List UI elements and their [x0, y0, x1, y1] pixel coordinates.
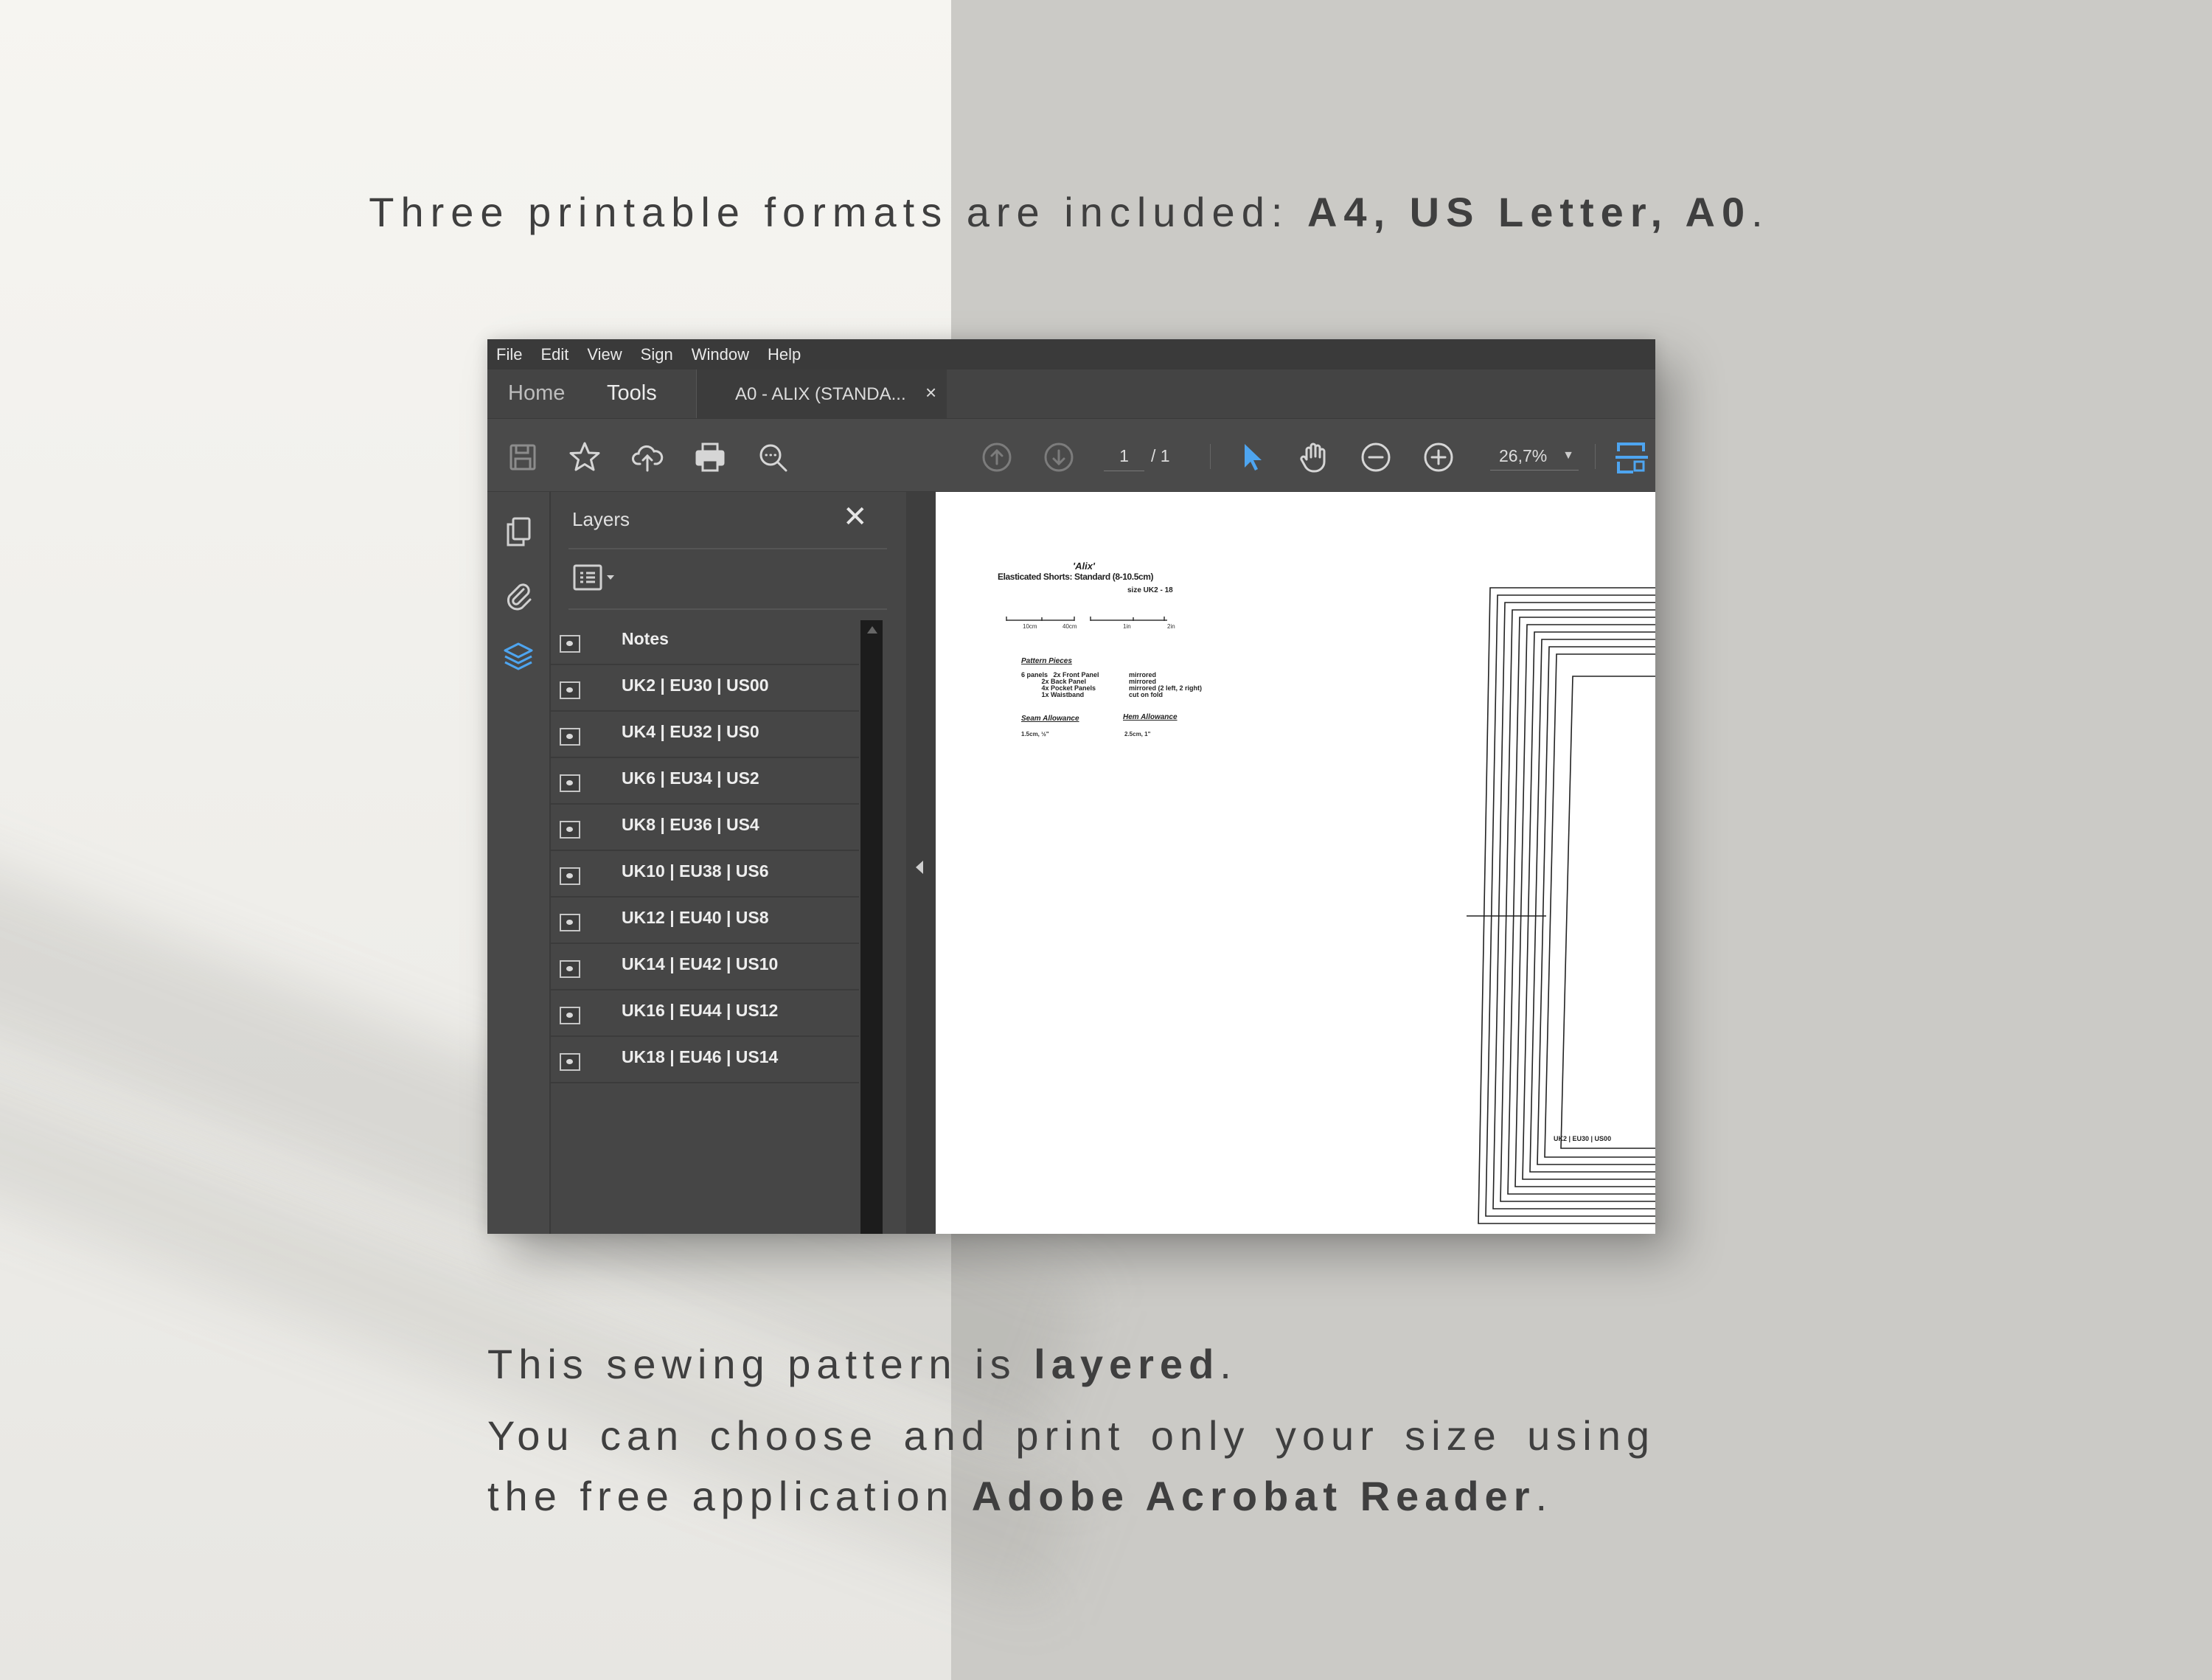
acrobat-window: File Edit View Sign Window Help Home Too…: [487, 339, 1655, 1234]
document-page: 'Alix' Elasticated Shorts: Standard (8-1…: [936, 492, 1655, 1234]
panel-divider: [568, 548, 887, 549]
tab-tools[interactable]: Tools: [607, 381, 657, 406]
layer-row-notes[interactable]: Notes: [551, 619, 859, 665]
menu-bar: File Edit View Sign Window Help: [487, 339, 1655, 369]
eye-icon[interactable]: [560, 914, 580, 931]
layer-label: UK12 | EU40 | US8: [622, 908, 769, 927]
tab-bar: Home Tools A0 - ALIX (STANDA... ×: [487, 369, 1655, 419]
toolbar-divider: [1210, 444, 1211, 469]
headline-suffix: .: [1751, 189, 1770, 235]
headline-formats: A4, US Letter, A0: [1307, 189, 1752, 235]
close-icon[interactable]: ✕: [843, 502, 868, 532]
layer-label: UK8 | EU36 | US4: [622, 815, 759, 834]
zoom-out-icon[interactable]: [1358, 440, 1394, 475]
print-icon[interactable]: [692, 440, 728, 475]
description-line-2-bold: Adobe Acrobat Reader: [971, 1473, 1536, 1519]
eye-icon[interactable]: [560, 635, 580, 653]
eye-icon[interactable]: [560, 728, 580, 746]
description-line-1-suffix: .: [1220, 1341, 1237, 1387]
panel-divider: [568, 608, 887, 610]
description-line-1-prefix: This sewing pattern is: [487, 1341, 1034, 1387]
zoom-in-icon[interactable]: [1421, 440, 1456, 475]
layer-row-uk16[interactable]: UK16 | EU44 | US12: [551, 990, 859, 1037]
layer-label: UK14 | EU42 | US10: [622, 954, 779, 973]
cloud-upload-icon[interactable]: [630, 440, 665, 475]
description-line-2: You can choose and print only your size …: [487, 1406, 1655, 1527]
layer-options-button[interactable]: [573, 563, 625, 592]
tab-close-button[interactable]: ×: [925, 381, 936, 404]
pattern-outlines: [1467, 587, 1655, 1224]
page-number-input[interactable]: 1: [1104, 441, 1144, 471]
scroll-up-arrow-icon[interactable]: [867, 626, 877, 634]
attachment-icon[interactable]: [501, 577, 536, 612]
save-icon[interactable]: [505, 440, 540, 475]
eye-icon[interactable]: [560, 1007, 580, 1024]
layers-scrollbar[interactable]: [860, 620, 883, 1234]
menu-window[interactable]: Window: [692, 345, 749, 364]
layer-row-uk18[interactable]: UK18 | EU46 | US14: [551, 1037, 859, 1083]
layer-row-uk14[interactable]: UK14 | EU42 | US10: [551, 944, 859, 990]
menu-help[interactable]: Help: [768, 345, 801, 364]
bookmark-star-icon[interactable]: [567, 440, 602, 475]
layer-row-uk12[interactable]: UK12 | EU40 | US8: [551, 898, 859, 944]
layers-icon[interactable]: [501, 639, 536, 675]
menu-view[interactable]: View: [587, 345, 622, 364]
page-down-icon[interactable]: [1041, 440, 1077, 475]
layer-row-uk6[interactable]: UK6 | EU34 | US2: [551, 758, 859, 805]
eye-icon[interactable]: [560, 867, 580, 885]
eye-icon[interactable]: [560, 1053, 580, 1071]
tab-document-title: A0 - ALIX (STANDA...: [735, 384, 906, 404]
navigation-rail: [487, 492, 551, 1234]
collapse-left-icon[interactable]: [916, 861, 923, 874]
zoom-level-value: 26,7%: [1499, 446, 1548, 465]
compare-tool-icon[interactable]: [1614, 440, 1649, 475]
tab-document[interactable]: A0 - ALIX (STANDA... ×: [696, 369, 947, 418]
layer-label: UK6 | EU34 | US2: [622, 768, 759, 788]
layer-label: UK18 | EU46 | US14: [622, 1047, 779, 1066]
page-up-icon[interactable]: [979, 440, 1015, 475]
eye-icon[interactable]: [560, 774, 580, 792]
panel-collapse-strip[interactable]: [906, 492, 936, 1234]
layer-label: Notes: [622, 629, 669, 648]
pages-icon[interactable]: [501, 514, 536, 549]
description-line-1-bold: layered: [1034, 1341, 1220, 1387]
zoom-search-icon[interactable]: [755, 440, 790, 475]
document-area[interactable]: 'Alix' Elasticated Shorts: Standard (8-1…: [936, 492, 1655, 1234]
hand-icon[interactable]: [1296, 440, 1332, 475]
headline: Three printable formats are included: A4…: [0, 188, 2138, 236]
menu-file[interactable]: File: [496, 345, 522, 364]
layer-label: UK10 | EU38 | US6: [622, 861, 769, 881]
layer-row-uk2[interactable]: UK2 | EU30 | US00: [551, 665, 859, 712]
zoom-level-dropdown[interactable]: 26,7% ▼: [1490, 441, 1579, 471]
chevron-down-icon: ▼: [1562, 449, 1574, 462]
layer-list: Notes UK2 | EU30 | US00 UK4 | EU32 | US0…: [551, 619, 859, 1083]
description-line-2-suffix: .: [1535, 1473, 1554, 1519]
layer-row-uk8[interactable]: UK8 | EU36 | US4: [551, 805, 859, 851]
layer-label: UK16 | EU44 | US12: [622, 1001, 779, 1020]
eye-icon[interactable]: [560, 960, 580, 978]
description-line-1: This sewing pattern is layered.: [487, 1335, 1655, 1394]
page-total: / 1: [1151, 446, 1170, 465]
headline-prefix: Three printable formats are included:: [369, 189, 1307, 235]
eye-icon[interactable]: [560, 681, 580, 699]
layer-label: UK2 | EU30 | US00: [622, 676, 769, 695]
layer-label: UK4 | EU32 | US0: [622, 722, 759, 741]
toolbar: 1 / 1 26,7% ▼: [487, 419, 1655, 493]
select-pointer-icon[interactable]: [1234, 440, 1269, 475]
layer-row-uk4[interactable]: UK4 | EU32 | US0: [551, 712, 859, 758]
bottom-description: This sewing pattern is layered. You can …: [487, 1335, 1655, 1527]
toolbar-divider-2: [1595, 444, 1596, 469]
layers-panel-title: Layers: [572, 508, 630, 530]
eye-icon[interactable]: [560, 821, 580, 839]
menu-edit[interactable]: Edit: [540, 345, 568, 364]
menu-sign[interactable]: Sign: [641, 345, 673, 364]
pattern-size-layer-label: UK2 | EU30 | US00: [1554, 1135, 1612, 1142]
layer-row-uk10[interactable]: UK10 | EU38 | US6: [551, 851, 859, 898]
layers-panel: Layers ✕ Notes UK2 | EU30 | US00 UK4 | E…: [551, 492, 906, 1234]
tab-home[interactable]: Home: [508, 381, 565, 406]
